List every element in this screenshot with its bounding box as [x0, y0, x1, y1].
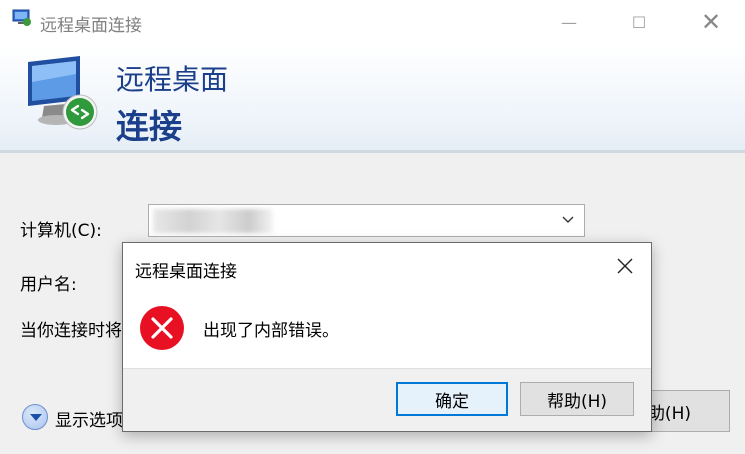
remote-desktop-icon: [12, 9, 32, 27]
maximize-button[interactable]: ☐: [616, 0, 662, 44]
close-icon[interactable]: [613, 254, 637, 278]
dialog-footer: 确定 帮助(H): [123, 368, 651, 431]
header-banner: [0, 44, 745, 150]
banner-divider: [0, 150, 745, 153]
title-bar: 远程桌面连接 — ☐ ✕: [0, 0, 745, 44]
user-label: 用户名:: [20, 275, 77, 295]
computer-value-redacted: [153, 209, 273, 233]
show-options-link[interactable]: 显示选项: [55, 406, 125, 431]
connect-hint-text: 当你连接时将: [20, 321, 122, 341]
dialog-title: 远程桌面连接: [135, 262, 237, 282]
ok-button[interactable]: 确定: [396, 382, 508, 416]
main-help-label: 助(H): [647, 403, 691, 424]
error-x-icon: [139, 305, 185, 351]
computer-combobox[interactable]: [148, 204, 585, 237]
computer-label: 计算机(C):: [20, 221, 102, 241]
error-message: 出现了内部错误。: [203, 321, 339, 341]
error-dialog: 远程桌面连接 出现了内部错误。 确定 帮助(H): [122, 242, 652, 432]
window-title: 远程桌面连接: [40, 16, 142, 36]
chevron-down-circle-icon[interactable]: [22, 404, 48, 430]
chevron-down-icon[interactable]: [560, 211, 576, 227]
banner-title-line2: 连接: [116, 107, 182, 146]
close-button[interactable]: ✕: [688, 0, 734, 44]
minimize-button[interactable]: —: [546, 0, 592, 44]
banner-title-line1: 远程桌面: [116, 63, 229, 96]
help-button[interactable]: 帮助(H): [520, 382, 634, 416]
remote-desktop-monitor-icon: [22, 54, 102, 134]
